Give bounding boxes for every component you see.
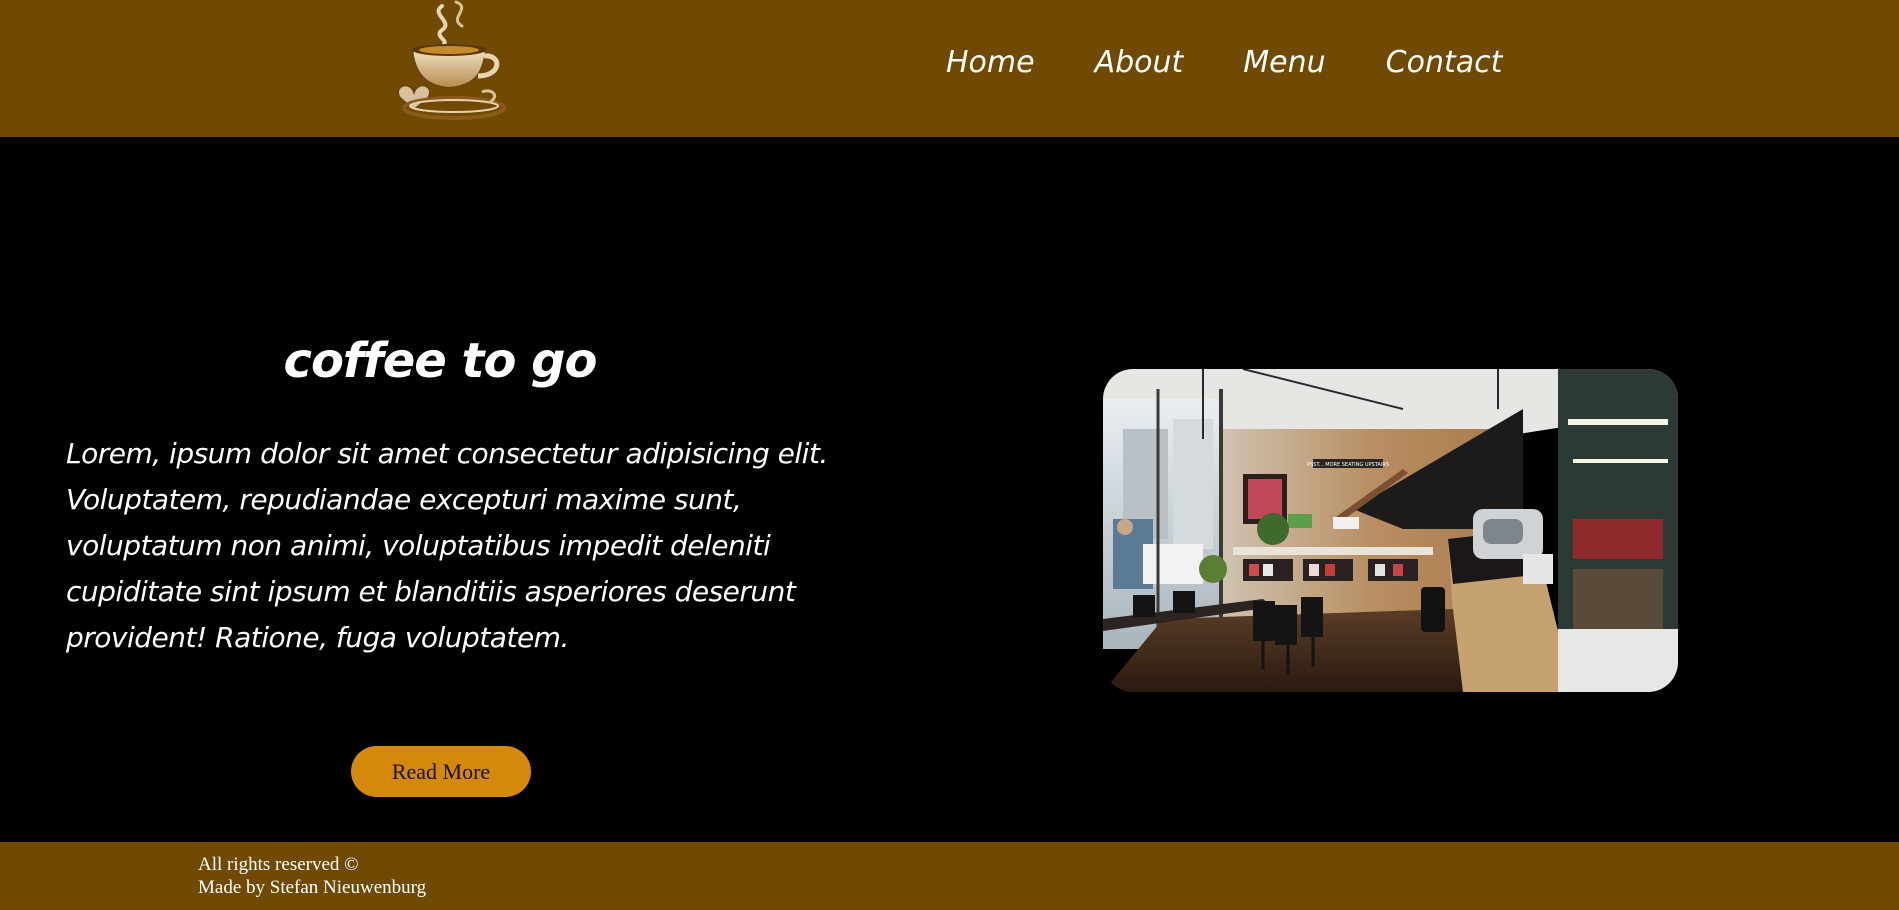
cafe-interior-photo: PSST... MORE SEATING UPSTAIRS — [1103, 369, 1678, 692]
main-nav: Home About Menu Contact — [946, 40, 1502, 84]
site-header: Home About Menu Contact — [0, 0, 1899, 137]
nav-link-home[interactable]: Home — [946, 45, 1035, 80]
read-more-button[interactable]: Read More — [351, 746, 531, 797]
hero-title: coffee to go — [283, 333, 598, 389]
nav-link-contact[interactable]: Contact — [1386, 45, 1503, 80]
coffee-cup-logo-icon[interactable] — [382, 0, 517, 124]
hero-section: coffee to go Lorem, ipsum dolor sit amet… — [0, 137, 1899, 842]
author-credit: Made by Stefan Nieuwenburg — [198, 877, 427, 898]
upstairs-sign: PSST... MORE SEATING UPSTAIRS — [1307, 462, 1389, 468]
nav-link-about[interactable]: About — [1095, 45, 1184, 80]
hero-description: Lorem, ipsum dolor sit amet consectetur … — [66, 437, 828, 654]
nav-link-menu[interactable]: Menu — [1243, 45, 1325, 80]
copyright-text: All rights reserved © — [198, 854, 359, 875]
site-footer: All rights reserved © Made by Stefan Nie… — [0, 842, 1899, 910]
